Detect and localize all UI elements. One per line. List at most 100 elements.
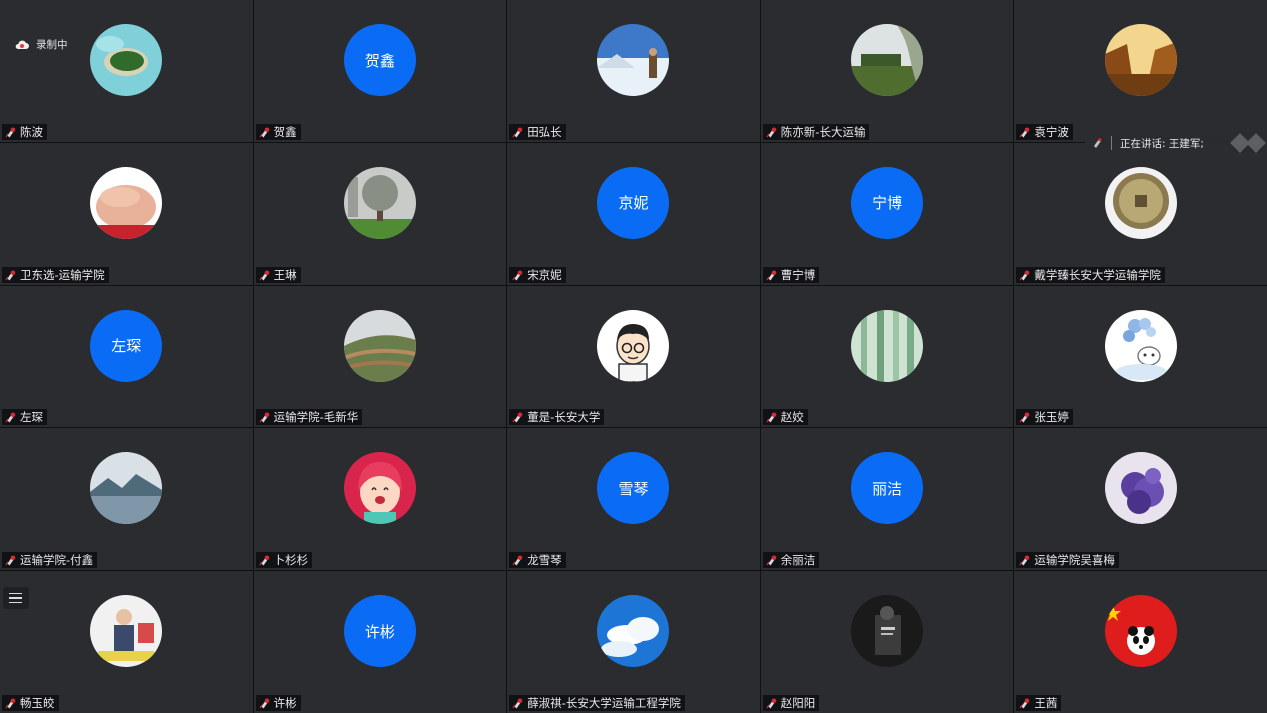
participant-tile[interactable]: 京妮宋京妮	[507, 142, 760, 285]
avatar-initials: 雪琴	[597, 452, 670, 525]
mic-muted-icon	[259, 269, 271, 281]
participant-tile[interactable]: 陈波	[0, 0, 253, 142]
participant-name: 卜杉杉	[273, 553, 309, 568]
participant-tile[interactable]: 董是-长安大学	[507, 285, 760, 428]
participant-tile[interactable]: 丽洁 余丽洁	[760, 428, 1014, 571]
avatar-image	[90, 595, 163, 668]
participant-nametag: 袁宁波	[1016, 123, 1073, 140]
participant-nametag: 王琳	[255, 266, 301, 283]
avatar-initials: 许彬	[343, 595, 416, 668]
participant-nametag: 左琛	[2, 409, 47, 426]
mic-muted-icon	[766, 554, 778, 566]
participant-nametag: 卫东选-运输学院	[2, 266, 109, 283]
participant-name: 运输学院吴喜梅	[1034, 553, 1115, 568]
participant-tile[interactable]: 贺鑫 贺鑫	[253, 0, 507, 142]
participant-tile[interactable]: 许彬 许彬	[253, 571, 507, 713]
participant-tile[interactable]: 畅玉皎	[0, 571, 253, 713]
mic-muted-icon	[766, 411, 778, 423]
cloud-record-icon	[15, 40, 29, 49]
mic-muted-icon	[259, 697, 271, 709]
participant-name: 董是-长安大学	[527, 410, 601, 425]
participant-name: 许彬	[273, 696, 297, 710]
participant-name: 袁宁波	[1034, 124, 1069, 139]
avatar-image	[597, 309, 670, 382]
avatar-initials: 京妮	[597, 166, 670, 239]
mic-muted-icon	[1019, 411, 1031, 423]
avatar-image	[343, 166, 416, 239]
participant-name: 赵阳阳	[780, 696, 816, 710]
mic-muted-icon	[766, 697, 778, 709]
participant-name: 龙雪琴	[527, 553, 562, 568]
participant-tile[interactable]: 陈亦新-长大运输	[760, 0, 1014, 142]
mic-muted-icon	[5, 411, 17, 423]
participant-nametag: 戴学臻长安大学运输学院	[1016, 266, 1165, 283]
participant-nametag: 赵阳阳	[762, 695, 820, 711]
participant-tile[interactable]: 宁博 曹宁博	[760, 142, 1014, 285]
participant-list-button[interactable]	[3, 587, 29, 609]
participant-name: 余丽洁	[780, 553, 816, 568]
participant-tile[interactable]: 运输学院-毛新华	[253, 285, 507, 428]
mic-muted-icon	[5, 697, 17, 709]
participant-tile[interactable]: 张玉婷	[1014, 285, 1267, 428]
mic-muted-icon	[5, 269, 17, 281]
participant-tile[interactable]: 薛淑祺-长安大学运输工程学院	[507, 571, 760, 713]
participant-name: 卫东选-运输学院	[20, 267, 105, 282]
mic-muted-icon	[766, 126, 778, 138]
participant-tile[interactable]: 卜杉杉	[253, 428, 507, 571]
mic-muted-icon	[259, 554, 271, 566]
participant-name: 贺鑫	[273, 124, 297, 139]
avatar-image	[1104, 452, 1177, 525]
participant-tile[interactable]: 运输学院吴喜梅	[1014, 428, 1267, 571]
mic-muted-icon	[512, 554, 524, 566]
participant-name: 王茜	[1034, 696, 1058, 710]
avatar-image	[1104, 24, 1177, 96]
participant-name: 戴学臻长安大学运输学院	[1034, 267, 1161, 282]
avatar-image	[597, 24, 670, 96]
participant-nametag: 曹宁博	[762, 266, 820, 283]
speaking-divider	[1111, 136, 1112, 150]
speaking-indicator: 正在讲话: 王建军;	[1085, 133, 1267, 153]
participant-tile[interactable]: 赵姣	[760, 285, 1014, 428]
avatar-image	[90, 166, 163, 239]
video-grid: 陈波 贺鑫 贺鑫 田弘长 陈亦新-长大运输 袁宁波 卫东选-运输学院 王琳 京妮 宋京妮 宁博 曹宁博…	[0, 0, 1267, 713]
recording-indicator: 录制中	[14, 37, 68, 52]
participant-tile[interactable]: 卫东选-运输学院	[0, 142, 253, 285]
menu-line-icon	[9, 592, 22, 595]
avatar-image	[851, 24, 924, 96]
participant-tile[interactable]: 运输学院-付鑫	[0, 428, 253, 571]
participant-tile[interactable]: 王茜	[1014, 571, 1267, 713]
avatar-initials: 贺鑫	[343, 24, 416, 96]
participant-tile[interactable]: 田弘长	[507, 0, 760, 142]
participant-tile[interactable]: 王琳	[253, 142, 507, 285]
participant-nametag: 余丽洁	[762, 552, 820, 569]
participant-nametag: 张玉婷	[1016, 409, 1073, 426]
participant-name: 宋京妮	[527, 267, 562, 282]
participant-tile[interactable]: 戴学臻长安大学运输学院	[1014, 142, 1267, 285]
participant-nametag: 贺鑫	[255, 123, 301, 140]
mic-muted-icon	[1019, 554, 1031, 566]
menu-line-icon	[9, 597, 22, 599]
participant-tile[interactable]: 雪琴龙雪琴	[507, 428, 760, 571]
recording-label: 录制中	[36, 39, 68, 51]
participant-name: 田弘长	[527, 124, 562, 139]
participant-nametag: 陈波	[2, 123, 47, 140]
participant-tile[interactable]: 袁宁波	[1014, 0, 1267, 142]
avatar-image	[851, 595, 924, 668]
mic-muted-icon	[259, 411, 271, 423]
avatar-image	[1104, 166, 1177, 239]
participant-tile[interactable]: 左琛 左琛	[0, 285, 253, 428]
participant-name: 运输学院-毛新华	[273, 410, 359, 425]
mic-muted-icon	[5, 126, 17, 138]
participant-name: 赵姣	[780, 410, 804, 425]
participant-nametag: 田弘长	[509, 123, 566, 140]
speaking-wave-icon	[1230, 133, 1266, 153]
participant-nametag: 运输学院-付鑫	[2, 552, 98, 569]
participant-nametag: 许彬	[255, 695, 301, 711]
participant-name: 运输学院-付鑫	[20, 553, 94, 568]
mic-muted-icon	[5, 554, 17, 566]
avatar-image	[343, 452, 416, 525]
mic-muted-icon	[1019, 269, 1031, 281]
participant-nametag: 畅玉皎	[2, 695, 59, 711]
participant-tile[interactable]: 赵阳阳	[760, 571, 1014, 713]
mic-muted-icon	[512, 269, 524, 281]
